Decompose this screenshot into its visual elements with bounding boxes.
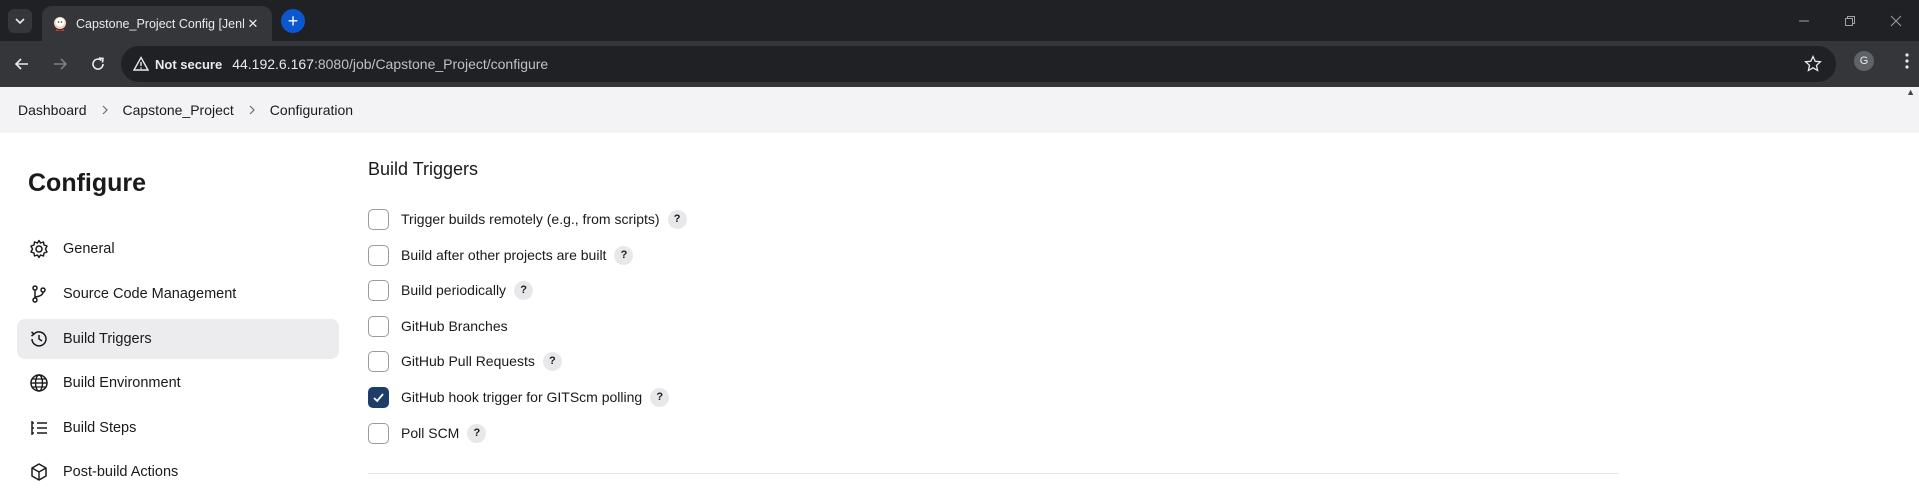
back-button[interactable] [6, 48, 38, 80]
checkmark-icon [373, 392, 384, 402]
trigger-after-other-projects[interactable]: Build after other projects are built ? [368, 243, 634, 267]
checkbox[interactable] [368, 244, 389, 266]
url-path: :8080/job/Capstone_Project/configure [313, 56, 549, 72]
checkbox[interactable] [368, 422, 389, 444]
new-tab-button[interactable]: + [281, 9, 305, 33]
gear-icon [29, 239, 49, 259]
address-bar[interactable]: Not secure 44.192.6.167:8080/job/Capston… [121, 46, 1836, 82]
page-title: Configure [28, 169, 147, 197]
browser-tab[interactable]: Capstone_Project Config [Jenkins] ✕ [42, 6, 272, 41]
checkbox[interactable] [368, 350, 389, 372]
scroll-up-arrow-icon[interactable]: ▲ [1906, 87, 1915, 97]
sidebar-item-post-build-actions[interactable]: Post-build Actions [17, 452, 339, 492]
breadcrumb-configuration[interactable]: Configuration [270, 102, 353, 118]
security-chip[interactable]: Not secure [133, 56, 232, 72]
trigger-label: GitHub Branches [401, 318, 508, 334]
trigger-label: GitHub Pull Requests [401, 353, 535, 369]
help-icon[interactable]: ? [542, 351, 562, 371]
chevron-right-icon [101, 105, 109, 115]
trigger-github-hook[interactable]: GitHub hook trigger for GITScm polling ? [368, 385, 670, 409]
sidebar-item-general[interactable]: General [17, 229, 339, 269]
trigger-remote[interactable]: Trigger builds remotely (e.g., from scri… [368, 207, 687, 231]
chevron-right-icon [248, 105, 256, 115]
section-title: Build Triggers [368, 159, 479, 179]
help-icon[interactable]: ? [614, 245, 634, 265]
url-host: 44.192.6.167 [232, 56, 314, 72]
close-icon [1890, 15, 1902, 26]
trigger-periodically[interactable]: Build periodically ? [368, 278, 534, 302]
reload-icon [92, 57, 104, 70]
trigger-label: Trigger builds remotely (e.g., from scri… [401, 211, 660, 227]
chevron-down-icon [15, 18, 25, 25]
security-label: Not secure [155, 56, 223, 72]
trigger-label: Build after other projects are built [401, 247, 607, 263]
sidebar-item-label: Build Steps [63, 420, 137, 436]
section-divider [368, 473, 1618, 474]
profile-avatar[interactable]: G [1854, 51, 1874, 71]
tab-close-icon[interactable]: ✕ [244, 15, 262, 33]
url-text[interactable]: 44.192.6.167:8080/job/Capstone_Project/c… [232, 56, 548, 72]
bookmark-star-icon[interactable] [1804, 55, 1822, 73]
more-menu-icon[interactable] [1905, 53, 1909, 69]
minimize-icon [1799, 20, 1809, 21]
sidebar-item-build-steps[interactable]: Build Steps [17, 408, 339, 448]
list-icon [29, 418, 49, 438]
trigger-label: Build periodically [401, 282, 507, 298]
sidebar-item-label: Build Triggers [63, 331, 152, 347]
sidebar-item-build-triggers[interactable]: Build Triggers [17, 319, 339, 359]
checkbox-checked[interactable] [368, 386, 389, 408]
restore-icon [1845, 15, 1855, 26]
sidebar-item-label: Source Code Management [63, 286, 237, 302]
close-window-button[interactable] [1873, 0, 1919, 41]
tab-title: Capstone_Project Config [Jenkins] [76, 16, 244, 31]
breadcrumb: Dashboard Capstone_Project Configuration… [0, 87, 1919, 133]
help-icon[interactable]: ? [667, 209, 687, 229]
checkbox[interactable] [368, 208, 389, 230]
window-controls [1781, 0, 1919, 41]
reload-button[interactable] [82, 48, 114, 80]
clock-icon [29, 329, 49, 349]
help-icon[interactable]: ? [650, 387, 670, 407]
warning-icon [133, 56, 149, 71]
sidebar-item-build-environment[interactable]: Build Environment [17, 363, 339, 403]
help-icon[interactable]: ? [467, 423, 487, 443]
tab-search-button[interactable] [8, 9, 32, 33]
help-icon[interactable]: ? [514, 280, 534, 300]
breadcrumb-project[interactable]: Capstone_Project [123, 102, 234, 118]
jenkins-favicon-icon [54, 16, 66, 31]
arrow-right-icon [54, 58, 68, 70]
browser-tab-bar: Capstone_Project Config [Jenkins] ✕ + [0, 0, 1919, 41]
browser-toolbar: Not secure 44.192.6.167:8080/job/Capston… [0, 41, 1919, 87]
sidebar-item-label: Build Environment [63, 375, 181, 391]
trigger-poll-scm[interactable]: Poll SCM ? [368, 421, 487, 445]
cube-icon [29, 462, 49, 482]
minimize-button[interactable] [1781, 0, 1827, 41]
branch-icon [29, 284, 49, 304]
trigger-label: GitHub hook trigger for GITScm polling [401, 389, 643, 405]
checkbox[interactable] [368, 315, 389, 337]
trigger-github-branches[interactable]: GitHub Branches [368, 314, 508, 338]
trigger-github-pull-requests[interactable]: GitHub Pull Requests ? [368, 349, 562, 373]
breadcrumb-dashboard[interactable]: Dashboard [18, 102, 87, 118]
restore-button[interactable] [1827, 0, 1873, 41]
sidebar-item-source-code-management[interactable]: Source Code Management [17, 274, 339, 314]
checkbox[interactable] [368, 279, 389, 301]
arrow-left-icon [14, 58, 28, 70]
sidebar-item-label: General [63, 241, 115, 257]
trigger-label: Poll SCM [401, 425, 460, 441]
sidebar-item-label: Post-build Actions [63, 464, 179, 480]
jenkins-page: Dashboard Capstone_Project Configuration… [0, 87, 1919, 489]
globe-icon [29, 373, 49, 393]
forward-button[interactable] [44, 48, 76, 80]
